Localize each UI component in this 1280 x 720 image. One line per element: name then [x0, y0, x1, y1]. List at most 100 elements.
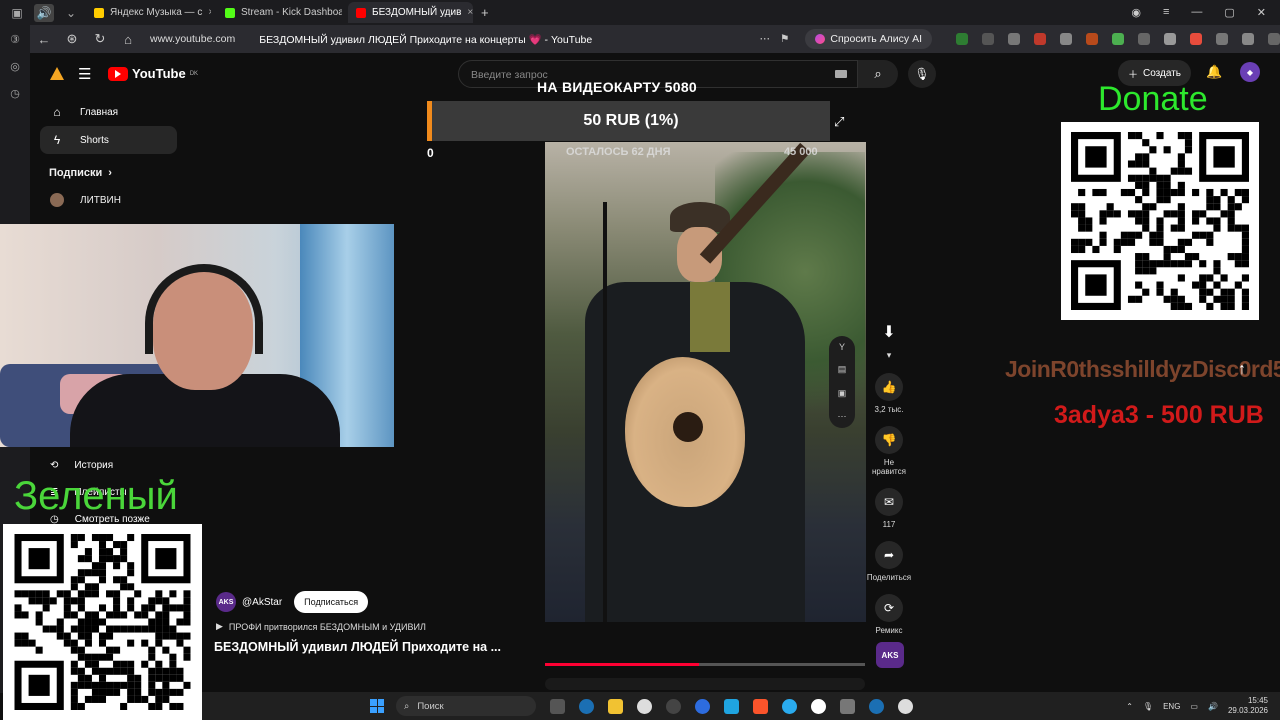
sidebar-item-subscription[interactable]: ЛИТВИН	[40, 188, 190, 212]
microphone-icon: 🎙	[914, 67, 930, 81]
bookmark-icon[interactable]: ⚑	[780, 33, 789, 45]
steam-icon[interactable]	[579, 698, 594, 714]
profile-icon[interactable]: ◉	[1131, 6, 1141, 19]
play-icon: ▶	[216, 621, 223, 631]
extension-icon[interactable]	[1164, 33, 1176, 45]
clock[interactable]: 15:45 29.03.2026	[1228, 696, 1268, 715]
channel-handle[interactable]: @AkStar	[242, 597, 282, 608]
calculator-icon[interactable]	[840, 698, 855, 714]
obs-icon[interactable]	[637, 698, 652, 714]
network-icon[interactable]: ▭	[1190, 702, 1198, 711]
close-icon[interactable]: ×	[467, 7, 473, 18]
account-avatar[interactable]: ◆	[1240, 62, 1260, 82]
tabs-count-icon[interactable]: ③	[10, 33, 20, 46]
app-icon[interactable]	[666, 698, 681, 714]
close-window-button[interactable]: ✕	[1257, 6, 1266, 19]
close-icon[interactable]: ×	[208, 7, 211, 18]
history-icon[interactable]: ◷	[10, 87, 20, 100]
channel-logo[interactable]: AKS	[216, 592, 236, 612]
more-icon[interactable]: ⋯	[838, 411, 847, 422]
extension-icon[interactable]	[1034, 33, 1046, 45]
next-short-preview[interactable]	[545, 678, 865, 690]
short-title[interactable]: БЕЗДОМНЫЙ удивил ЛЮДЕЙ Приходите на ...	[214, 640, 501, 654]
obs-icon[interactable]	[898, 698, 913, 714]
extension-icon[interactable]	[1242, 33, 1254, 45]
playlist-link[interactable]: ▶ ПРОФИ притворился БЕЗДОМНЫМ и УДИВИЛ	[216, 621, 426, 632]
goal-max-value: 45 000	[784, 146, 818, 158]
windows-taskbar: ⌕ Поиск ⌃ 🎙 ENG ▭ 🔊 15:45 29.03.2026	[202, 692, 1280, 720]
alisa-button[interactable]: Спросить Алису AI	[805, 29, 932, 49]
url-field[interactable]: www.youtube.com	[150, 33, 235, 45]
keyboard-icon[interactable]	[835, 70, 847, 78]
video-progress-bar[interactable]	[545, 663, 865, 666]
extension-icon[interactable]	[1216, 33, 1228, 45]
start-button[interactable]	[370, 699, 384, 713]
extension-icon[interactable]	[1268, 33, 1280, 45]
app-icon[interactable]	[695, 698, 710, 714]
yandex-music-icon	[94, 7, 104, 18]
share-label: Поделиться	[866, 573, 912, 582]
share-button[interactable]: ➦	[875, 541, 903, 569]
tab-list-icon[interactable]: ▣	[8, 4, 26, 22]
extension-icon[interactable]	[1060, 33, 1072, 45]
extension-icon[interactable]	[1138, 33, 1150, 45]
extension-icon[interactable]	[1112, 33, 1124, 45]
yandex-icon[interactable]	[811, 698, 826, 714]
task-view-icon[interactable]	[550, 698, 565, 714]
warning-icon[interactable]	[50, 67, 64, 80]
captions-icon[interactable]: ▤	[838, 364, 847, 375]
sidebar-item-home[interactable]: ⌂ Главная	[40, 98, 190, 126]
chevron-up-icon[interactable]: ⌃	[1126, 702, 1133, 711]
more-icon[interactable]: ⋯	[759, 33, 770, 45]
green-qr-code	[3, 524, 202, 720]
extension-icon[interactable]	[1008, 33, 1020, 45]
comments-button[interactable]: ✉	[875, 488, 903, 516]
microphone-icon[interactable]: 🎙	[1143, 702, 1153, 711]
dislike-button[interactable]: 👎	[875, 426, 903, 454]
download-button[interactable]: ⬇	[875, 318, 903, 346]
maximize-button[interactable]: ▢	[1224, 6, 1234, 19]
extension-icon[interactable]	[982, 33, 994, 45]
pip-icon[interactable]: ▣	[838, 388, 847, 399]
notifications-bell-icon[interactable]: 🔔	[1206, 64, 1222, 80]
protect-icon[interactable]: ⊛	[58, 31, 86, 47]
steam-icon[interactable]	[869, 698, 884, 714]
telegram-icon[interactable]	[782, 698, 797, 714]
remix-button[interactable]: ⟳	[875, 594, 903, 622]
extension-icon[interactable]	[1086, 33, 1098, 45]
language-indicator[interactable]: ENG	[1163, 702, 1180, 711]
short-video-player[interactable]	[545, 142, 866, 622]
chevron-down-icon[interactable]: ⌄	[62, 4, 80, 22]
settings-icon[interactable]: ◎	[10, 60, 20, 73]
expand-icon[interactable]: ⤢	[834, 114, 844, 130]
volume-icon[interactable]: 🔊	[1208, 702, 1218, 711]
extension-icon[interactable]	[956, 33, 968, 45]
hamburger-menu-icon[interactable]: ☰	[78, 65, 91, 83]
channel-icon[interactable]: AKS	[876, 642, 904, 668]
extension-icon[interactable]	[1190, 33, 1202, 45]
menu-icon[interactable]: ≡	[1163, 6, 1169, 19]
subscribe-button[interactable]: Подписаться	[294, 591, 369, 613]
yandex-icon[interactable]: Y	[839, 342, 845, 352]
sidebar-item-shorts[interactable]: ϟ Shorts	[40, 126, 177, 154]
reload-icon[interactable]: ↻	[86, 31, 114, 47]
tab-youtube[interactable]: БЕЗДОМНЫЙ удив ×	[348, 2, 473, 23]
search-button[interactable]: ⌕	[858, 60, 898, 88]
new-tab-button[interactable]: +	[481, 5, 489, 20]
dropdown-icon[interactable]: ▾	[866, 350, 912, 361]
thumb-down-icon: 👎	[881, 433, 897, 447]
youtube-logo[interactable]: YouTube DK	[108, 66, 198, 81]
shield-icon[interactable]	[724, 698, 739, 714]
back-icon[interactable]: ←	[30, 32, 58, 47]
tab-kick[interactable]: Stream - Kick Dashboard	[217, 2, 342, 23]
minimize-button[interactable]: —	[1191, 6, 1202, 19]
voice-search-button[interactable]: 🎙	[908, 60, 936, 88]
folder-icon[interactable]	[608, 698, 623, 714]
sound-icon[interactable]: 🔊	[34, 3, 54, 22]
subscriptions-header[interactable]: Подписки ›	[40, 158, 190, 188]
taskbar-search[interactable]: ⌕ Поиск	[396, 696, 536, 716]
brave-icon[interactable]	[753, 698, 768, 714]
tab-yandex-music[interactable]: Яндекс Музыка — с ×	[86, 2, 211, 23]
like-button[interactable]: 👍	[875, 373, 903, 401]
tab-label: Stream - Kick Dashboard	[241, 7, 342, 18]
